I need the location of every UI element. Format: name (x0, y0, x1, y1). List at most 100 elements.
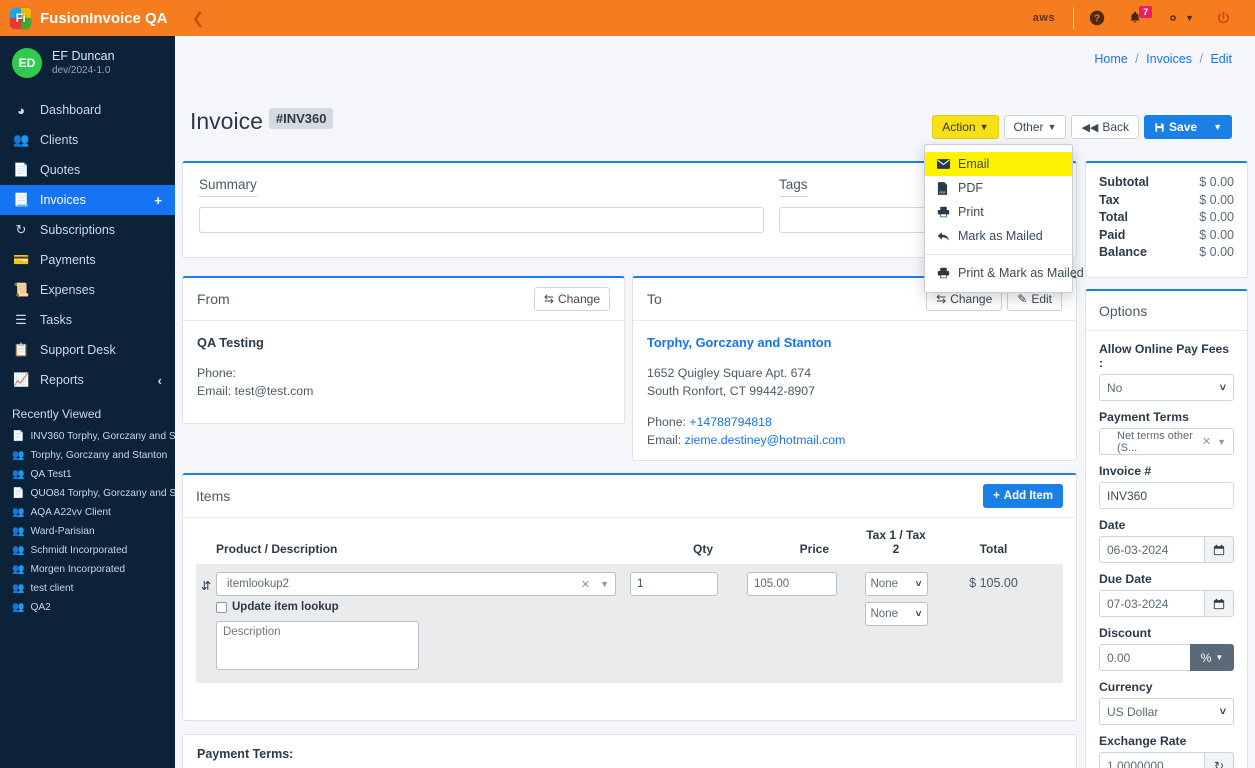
update-item-lookup-checkbox[interactable] (216, 601, 227, 613)
add-item-button[interactable]: + Add Item (983, 484, 1063, 508)
app-version: dev/2024-1.0 (52, 64, 111, 76)
sidebar-item-tasks[interactable]: ☰ Tasks (0, 305, 175, 335)
recently-viewed-item[interactable]: 👥 test client (0, 579, 175, 598)
action-menu-item-print[interactable]: Print (925, 200, 1072, 224)
sidebar-item-accessory[interactable]: + (154, 193, 162, 208)
to-phone-value[interactable]: +14788794818 (689, 415, 771, 429)
column-product: Product / Description (216, 542, 338, 556)
discount-input[interactable]: 0.00 (1099, 644, 1190, 671)
to-email-value[interactable]: zieme.destiney@hotmail.com (685, 433, 846, 447)
drag-handle-icon[interactable]: ⇵ (196, 572, 216, 673)
sidebar-item-payments[interactable]: 💳 Payments (0, 245, 175, 275)
recently-viewed-item[interactable]: 👥 Schmidt Incorporated (0, 541, 175, 560)
brand-title: FusionInvoice QA (40, 9, 168, 27)
total-row: Tax $ 0.00 (1099, 192, 1234, 210)
back-button[interactable]: ◀◀ Back (1071, 115, 1140, 139)
from-change-button[interactable]: ⇆ Change (533, 287, 610, 311)
breadcrumb-home[interactable]: Home (1094, 52, 1127, 66)
action-menu-item-print-mark-mailed[interactable]: Print & Mark as Mailed (925, 261, 1084, 285)
tags-label: Tags (779, 177, 808, 197)
item-tax2-select[interactable]: None ˅ (864, 602, 928, 626)
discount-unit-toggle[interactable]: % ▼ (1190, 644, 1234, 671)
sidebar-item-clients[interactable]: 👥 Clients (0, 125, 175, 155)
action-button[interactable]: Action ▼ (932, 115, 999, 139)
sidebar-item-reports[interactable]: 📈 Reports ‹ (0, 365, 175, 395)
recently-viewed-item[interactable]: 👥 QA2 (0, 598, 175, 617)
allow-online-pay-fees-select[interactable]: No ˅ (1099, 374, 1234, 401)
recently-viewed-item[interactable]: 👥 Ward-Parisian (0, 522, 175, 541)
refresh-icon[interactable]: ↻ (1204, 752, 1234, 768)
update-item-lookup-row[interactable]: Update item lookup (216, 601, 616, 613)
sidebar-item-invoices[interactable]: 📃 Invoices + (0, 185, 175, 215)
help-icon[interactable]: ? (1078, 0, 1116, 36)
sidebar-item-dashboard[interactable]: ◕ Dashboard (0, 95, 175, 125)
action-menu-item-email[interactable]: Email (925, 152, 1072, 176)
exchange-rate-input[interactable]: 1.0000000 (1099, 752, 1204, 768)
save-button-label: Save (1169, 120, 1198, 134)
power-logout-icon[interactable] (1205, 0, 1242, 36)
to-phone: Phone: +14788794818 (647, 413, 1062, 431)
sidebar-item-label: Tasks (40, 313, 72, 327)
allow-online-pay-fees-value: No (1107, 380, 1123, 395)
pdf-icon: PDF (937, 181, 951, 195)
brand[interactable]: Fi FusionInvoice QA (0, 0, 175, 36)
chevron-down-icon: ▼ (1047, 122, 1057, 132)
fusioninvoice-logo-icon: Fi (10, 7, 31, 29)
recently-viewed-label: test client (30, 583, 74, 594)
recently-viewed-item[interactable]: 👥 QA Test1 (0, 465, 175, 484)
date-input[interactable]: 06-03-2024 (1099, 536, 1204, 563)
clear-icon[interactable]: ✕ (581, 578, 590, 591)
divider (1073, 7, 1075, 29)
recently-viewed-label: AQA A22vv Client (30, 507, 111, 518)
calendar-icon[interactable] (1204, 590, 1234, 617)
breadcrumb-invoices[interactable]: Invoices (1146, 52, 1192, 66)
action-menu-item-mark-as-mailed[interactable]: Mark as Mailed (925, 224, 1072, 248)
sidebar-collapse-icon[interactable]: ❮ (175, 9, 221, 27)
from-phone: Phone: (197, 366, 236, 380)
avatar: ED (12, 48, 42, 78)
users-icon: 👥 (12, 507, 25, 518)
save-disk-icon (1154, 122, 1165, 133)
sidebar-item-subscriptions[interactable]: ↻ Subscriptions (0, 215, 175, 245)
sidebar-item-quotes[interactable]: 📄 Quotes (0, 155, 175, 185)
recently-viewed-item[interactable]: 📄 INV360 Torphy, Gorczany and Stanton (0, 427, 175, 446)
swap-icon: ⇆ (936, 292, 947, 306)
column-tax-line2: 2 (892, 542, 900, 556)
due-date-input[interactable]: 07-03-2024 (1099, 590, 1204, 617)
save-button[interactable]: Save ▼ (1144, 115, 1232, 139)
total-label: Balance (1099, 245, 1147, 259)
notifications-bell-icon[interactable]: 7 (1116, 0, 1154, 36)
item-price-input[interactable]: 105.00 (747, 572, 837, 596)
recently-viewed-item[interactable]: 👥 Torphy, Gorczany and Stanton (0, 446, 175, 465)
sidebar-item-support-desk[interactable]: 📋 Support Desk (0, 335, 175, 365)
recently-viewed-item[interactable]: 👥 Morgen Incorporated (0, 560, 175, 579)
total-label: Paid (1099, 227, 1126, 242)
recently-viewed-item[interactable]: 📄 QUO84 Torphy, Gorczany and Stanton (0, 484, 175, 503)
payment-terms-select[interactable]: Net terms other (S... ✕ ▼ (1099, 428, 1234, 455)
to-client-name[interactable]: Torphy, Gorczany and Stanton (647, 335, 1062, 350)
summary-input[interactable] (199, 207, 765, 233)
other-button[interactable]: Other ▼ (1003, 115, 1067, 139)
sidebar-item-accessory[interactable]: ‹ (158, 373, 162, 388)
sidebar-user[interactable]: ED EF Duncan dev/2024-1.0 (0, 36, 175, 90)
item-qty-input[interactable]: 1 (630, 572, 718, 596)
breadcrumb-separator: / (1135, 52, 1139, 66)
recently-viewed-item[interactable]: 👥 AQA A22vv Client (0, 503, 175, 522)
item-tax1-select[interactable]: None ˅ (864, 572, 928, 596)
sidebar-item-label: Support Desk (40, 343, 116, 357)
users-icon: 👥 (12, 545, 25, 556)
action-menu-item-pdf[interactable]: PDF PDF (925, 176, 1072, 200)
aws-logo-icon[interactable]: aws (1022, 0, 1069, 36)
item-description-textarea[interactable] (216, 621, 419, 670)
sidebar-item-expenses[interactable]: 📜 Expenses (0, 275, 175, 305)
invoice-number-input[interactable] (1099, 482, 1234, 509)
currency-select[interactable]: US Dollar ˅ (1099, 698, 1234, 725)
settings-gear-icon[interactable]: ▼ (1154, 0, 1205, 36)
top-bar-right: aws ? 7 ▼ (1022, 0, 1255, 36)
discount-field-group: 0.00 % ▼ (1099, 644, 1234, 671)
user-name: EF Duncan (52, 48, 115, 63)
calendar-icon[interactable] (1204, 536, 1234, 563)
clear-icon[interactable]: ✕ (1202, 435, 1217, 448)
invoice-icon: 📃 (13, 192, 30, 207)
item-product-select[interactable]: itemlookup2 ✕ ▼ (216, 572, 616, 596)
